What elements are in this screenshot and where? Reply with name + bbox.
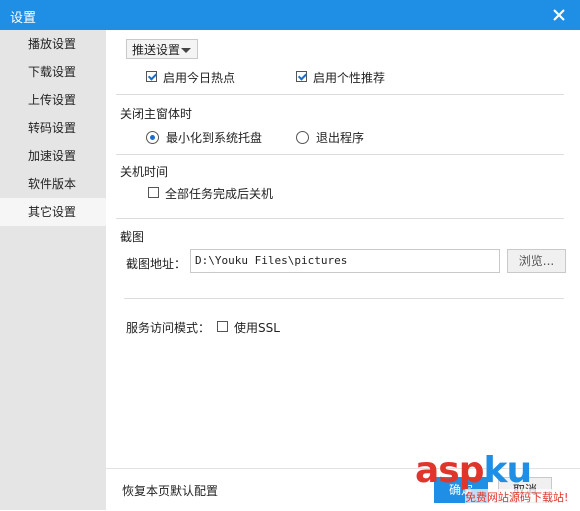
title-bar: 设置 [0,0,580,30]
personal-rec-checkbox[interactable] [296,71,307,82]
service-mode-label: 服务访问模式： [126,321,211,335]
push-settings-dropdown[interactable]: 推送设置 [126,39,198,59]
divider [116,154,564,155]
ok-button[interactable]: 确定 [434,477,488,503]
exit-program-label: 退出程序 [316,131,365,145]
sidebar-item-playback[interactable]: 播放设置 [0,30,106,58]
reset-defaults-link[interactable]: 恢复本页默认配置 [122,482,218,499]
close-main-heading: 关闭主窗体时 [120,107,193,121]
dropdown-value: 推送设置 [132,43,181,57]
divider [116,218,564,219]
hot-today-checkbox[interactable] [146,71,157,82]
footer-bar: 恢复本页默认配置 确定 取消 [106,468,580,511]
shutdown-heading: 关机时间 [120,165,169,179]
divider [124,298,564,299]
window-title: 设置 [10,11,37,26]
close-icon[interactable] [550,6,568,24]
screenshot-heading: 截图 [120,230,145,244]
personal-rec-label: 启用个性推荐 [313,71,386,85]
minimize-tray-label: 最小化到系统托盘 [166,131,263,145]
screenshot-path-input[interactable]: D:\Youku Files\pictures [190,249,500,273]
settings-panel: 推送设置 启用今日热点 启用个性推荐 关闭主窗体时 最小化到系统托盘 退出程序 … [106,30,580,511]
sidebar-item-download[interactable]: 下载设置 [0,58,106,86]
sidebar-item-acceleration[interactable]: 加速设置 [0,142,106,170]
sidebar: 播放设置 下载设置 上传设置 转码设置 加速设置 软件版本 其它设置 [0,30,106,510]
sidebar-item-version[interactable]: 软件版本 [0,170,106,198]
browse-button[interactable]: 浏览... [507,249,566,273]
shutdown-label: 全部任务完成后关机 [165,187,274,201]
exit-program-radio[interactable] [296,131,309,144]
screenshot-path-label: 截图地址： [126,257,187,271]
divider [116,94,564,95]
minimize-tray-radio[interactable] [146,131,159,144]
sidebar-item-other[interactable]: 其它设置 [0,198,106,226]
ssl-checkbox[interactable] [217,321,228,332]
ssl-label: 使用SSL [234,321,280,335]
chevron-down-icon [181,48,191,53]
sidebar-item-transcode[interactable]: 转码设置 [0,114,106,142]
sidebar-item-upload[interactable]: 上传设置 [0,86,106,114]
shutdown-checkbox[interactable] [148,187,159,198]
hot-today-label: 启用今日热点 [163,71,236,85]
cancel-button[interactable]: 取消 [498,477,552,503]
